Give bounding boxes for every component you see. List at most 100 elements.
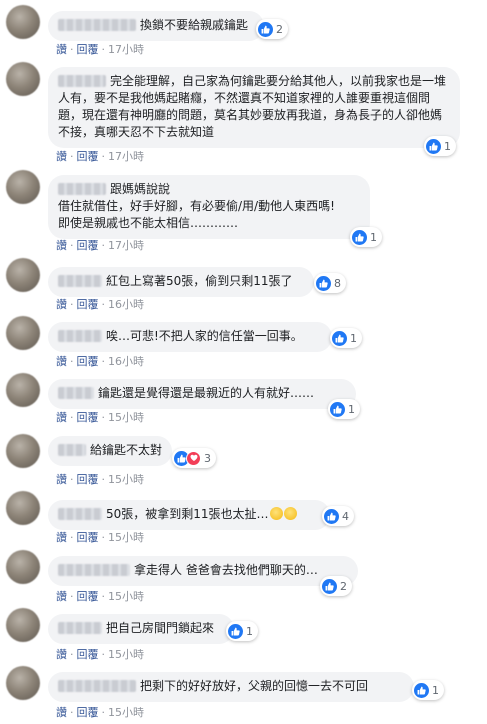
avatar[interactable]	[6, 316, 40, 350]
comment-text: 換鎖不要給親戚鑰匙	[140, 18, 249, 32]
comment-bubble: 50張，被拿到剩11張也太扯…	[48, 500, 330, 530]
reaction-count[interactable]: 1	[328, 399, 360, 419]
love-reaction-icon	[186, 450, 201, 466]
comment-text: 紅包上寫著50張，偷到只剩11張了	[106, 274, 293, 288]
commenter-name[interactable]	[58, 274, 102, 287]
reaction-count[interactable]: 1	[412, 680, 444, 700]
reaction-count[interactable]: 4	[322, 506, 354, 526]
comment-bubble: 把剩下的好好放好，父親的回憶一去不可回	[48, 672, 414, 702]
comment-actions: 讚 · 回覆 · 15小時	[56, 473, 144, 486]
reaction-count[interactable]: 8	[314, 273, 346, 293]
like-link[interactable]: 讚	[56, 648, 67, 661]
comment-bubble: 把自己房間門鎖起來	[48, 614, 234, 644]
comment-timestamp[interactable]: 15小時	[108, 706, 144, 719]
commenter-name[interactable]	[58, 329, 102, 342]
reaction-number: 1	[432, 683, 439, 697]
reaction-count[interactable]: 1	[330, 328, 362, 348]
like-link[interactable]: 讚	[56, 298, 67, 311]
reply-link[interactable]: 回覆	[77, 648, 99, 661]
like-link[interactable]: 讚	[56, 531, 67, 544]
comment-actions: 讚 · 回覆 · 17小時	[56, 150, 144, 163]
comment-timestamp[interactable]: 15小時	[108, 531, 144, 544]
reaction-number: 1	[350, 331, 357, 345]
like-link[interactable]: 讚	[56, 473, 67, 486]
comment-timestamp[interactable]: 15小時	[108, 411, 144, 424]
reaction-count[interactable]: 3	[172, 448, 216, 468]
reply-link[interactable]: 回覆	[77, 355, 99, 368]
like-link[interactable]: 讚	[56, 355, 67, 368]
comment-bubble: 完全能理解，自己家為何鑰匙要分給其他人，以前我家也是一堆人有，要不是我他媽起賭癮…	[48, 67, 460, 148]
comment-bubble: 紅包上寫著50張，偷到只剩11張了	[48, 267, 314, 297]
like-reaction-icon	[330, 401, 345, 417]
reply-link[interactable]: 回覆	[77, 298, 99, 311]
comment-timestamp[interactable]: 17小時	[108, 150, 144, 163]
like-link[interactable]: 讚	[56, 43, 67, 56]
reply-link[interactable]: 回覆	[77, 239, 99, 252]
reaction-count[interactable]: 1	[424, 136, 456, 156]
avatar[interactable]	[6, 491, 40, 525]
commenter-name[interactable]	[58, 386, 94, 399]
reply-link[interactable]: 回覆	[77, 531, 99, 544]
commenter-name[interactable]	[58, 443, 86, 456]
comment-actions: 讚 · 回覆 · 17小時	[56, 43, 144, 56]
comment-text: 把自己房間門鎖起來	[106, 621, 215, 635]
comment-timestamp[interactable]: 15小時	[108, 590, 144, 603]
like-reaction-icon	[258, 21, 273, 37]
like-reaction-icon	[332, 330, 347, 346]
comment-text: 把剩下的好好放好，父親的回憶一去不可回	[140, 679, 369, 693]
comment-timestamp[interactable]: 17小時	[108, 239, 144, 252]
reply-link[interactable]: 回覆	[77, 473, 99, 486]
comment-text: 鑰匙還是覺得還是最親近的人有就好……	[98, 386, 315, 400]
reaction-count[interactable]: 1	[226, 621, 258, 641]
avatar[interactable]	[6, 258, 40, 292]
reaction-count[interactable]: 2	[256, 19, 288, 39]
commenter-name[interactable]	[58, 679, 136, 692]
reply-link[interactable]: 回覆	[77, 43, 99, 56]
comment-bubble: 給鑰匙不太對	[48, 436, 172, 466]
comment-actions: 讚 · 回覆 · 15小時	[56, 706, 144, 719]
like-link[interactable]: 讚	[56, 150, 67, 163]
avatar[interactable]	[6, 62, 40, 96]
commenter-name[interactable]	[58, 507, 102, 520]
reaction-count[interactable]: 2	[320, 576, 352, 596]
reaction-number: 2	[276, 22, 283, 36]
comment-actions: 讚 · 回覆 · 15小時	[56, 411, 144, 424]
avatar[interactable]	[6, 666, 40, 700]
like-link[interactable]: 讚	[56, 239, 67, 252]
avatar[interactable]	[6, 5, 40, 39]
avatar[interactable]	[6, 550, 40, 584]
like-link[interactable]: 讚	[56, 706, 67, 719]
commenter-name[interactable]	[58, 18, 136, 31]
comment-timestamp[interactable]: 17小時	[108, 43, 144, 56]
commenter-name[interactable]	[58, 621, 102, 634]
avatar[interactable]	[6, 434, 40, 468]
comment-timestamp[interactable]: 16小時	[108, 355, 144, 368]
avatar[interactable]	[6, 373, 40, 407]
avatar[interactable]	[6, 608, 40, 642]
like-reaction-icon	[324, 508, 339, 524]
like-link[interactable]: 讚	[56, 590, 67, 603]
comment-timestamp[interactable]: 15小時	[108, 648, 144, 661]
commenter-name[interactable]	[58, 182, 106, 195]
avatar[interactable]	[6, 170, 40, 204]
comment-actions: 讚 · 回覆 · 15小時	[56, 590, 144, 603]
reply-link[interactable]: 回覆	[77, 411, 99, 424]
like-reaction-icon	[426, 138, 441, 154]
comment-timestamp[interactable]: 16小時	[108, 298, 144, 311]
comment-timestamp[interactable]: 15小時	[108, 473, 144, 486]
commenter-name[interactable]	[58, 74, 106, 87]
like-reaction-icon	[352, 229, 367, 245]
comment-actions: 讚 · 回覆 · 17小時	[56, 239, 144, 252]
comment-text: 完全能理解，自己家為何鑰匙要分給其他人，以前我家也是一堆人有，要不是我他媽起賭癮…	[58, 74, 447, 139]
comment-actions: 讚 · 回覆 · 16小時	[56, 298, 144, 311]
like-link[interactable]: 讚	[56, 411, 67, 424]
reaction-number: 8	[334, 276, 341, 290]
like-reaction-icon	[322, 578, 337, 594]
reply-link[interactable]: 回覆	[77, 150, 99, 163]
smile-emoji-icon	[269, 507, 283, 520]
commenter-name[interactable]	[58, 563, 130, 576]
reply-link[interactable]: 回覆	[77, 590, 99, 603]
reply-link[interactable]: 回覆	[77, 706, 99, 719]
reaction-count[interactable]: 1	[350, 227, 382, 247]
comment-text: 拿走得人 爸爸會去找他們聊天的…	[134, 563, 318, 577]
